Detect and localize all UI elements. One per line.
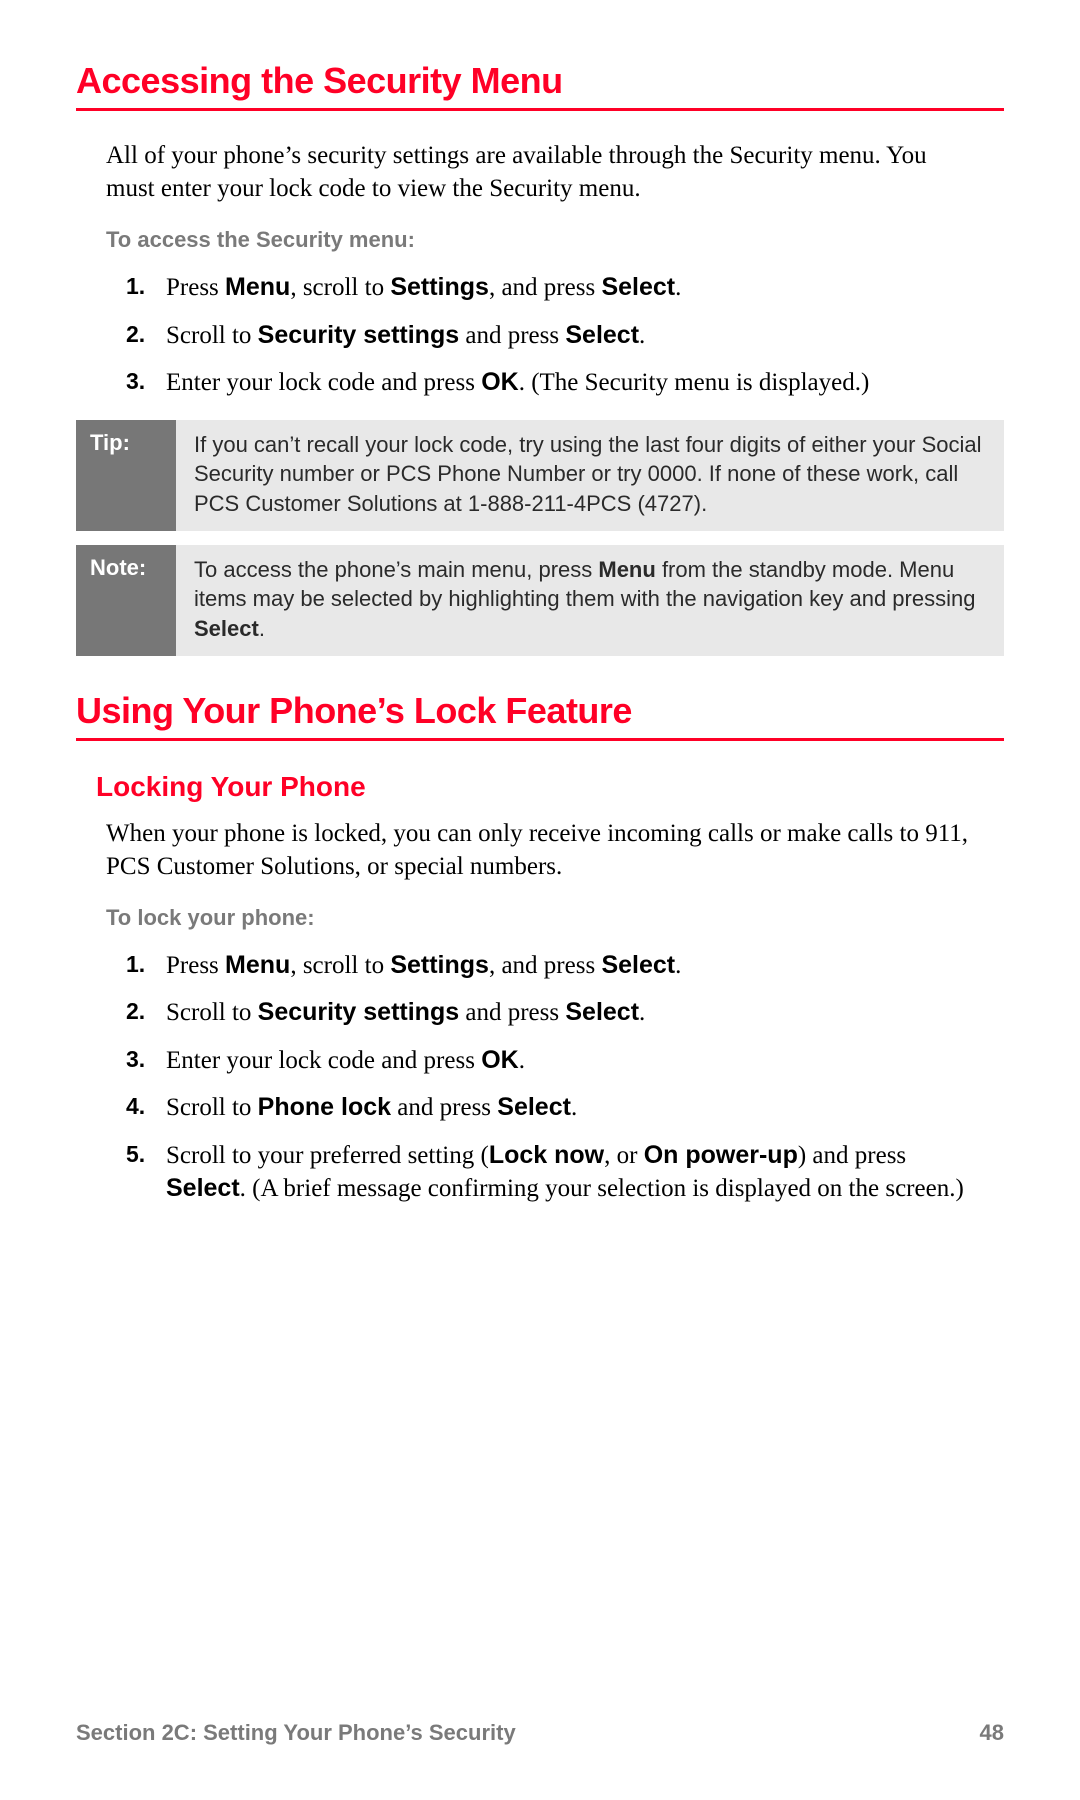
subheading-locking-phone: Locking Your Phone <box>96 771 1004 803</box>
heading-accessing-security: Accessing the Security Menu <box>76 60 1004 102</box>
step: Press Menu, scroll to Settings, and pres… <box>106 949 974 983</box>
tip-callout: Tip: If you can’t recall your lock code,… <box>76 420 1004 531</box>
step: Scroll to Phone lock and press Select. <box>106 1091 974 1125</box>
tip-body: If you can’t recall your lock code, try … <box>176 420 1004 531</box>
steps-lock-phone: Press Menu, scroll to Settings, and pres… <box>106 949 974 1206</box>
tip-label: Tip: <box>76 420 176 531</box>
heading-using-lock: Using Your Phone’s Lock Feature <box>76 690 1004 732</box>
note-body: To access the phone’s main menu, press M… <box>176 545 1004 656</box>
footer-section-label: Section 2C: Setting Your Phone’s Securit… <box>76 1720 516 1746</box>
step: Enter your lock code and press OK. (The … <box>106 366 974 400</box>
note-callout: Note: To access the phone’s main menu, p… <box>76 545 1004 656</box>
footer-page-number: 48 <box>980 1720 1004 1746</box>
step: Scroll to Security settings and press Se… <box>106 996 974 1030</box>
note-label: Note: <box>76 545 176 656</box>
rule <box>76 738 1004 741</box>
intro-lock-paragraph: When your phone is locked, you can only … <box>106 817 974 883</box>
subhead-to-access: To access the Security menu: <box>106 227 1004 253</box>
intro-paragraph: All of your phone’s security settings ar… <box>106 139 974 205</box>
step: Press Menu, scroll to Settings, and pres… <box>106 271 974 305</box>
page-footer: Section 2C: Setting Your Phone’s Securit… <box>76 1720 1004 1746</box>
step: Scroll to Security settings and press Se… <box>106 319 974 353</box>
subhead-to-lock: To lock your phone: <box>106 905 1004 931</box>
steps-access-security: Press Menu, scroll to Settings, and pres… <box>106 271 974 400</box>
rule <box>76 108 1004 111</box>
step: Scroll to your preferred setting (Lock n… <box>106 1139 974 1206</box>
step: Enter your lock code and press OK. <box>106 1044 974 1078</box>
